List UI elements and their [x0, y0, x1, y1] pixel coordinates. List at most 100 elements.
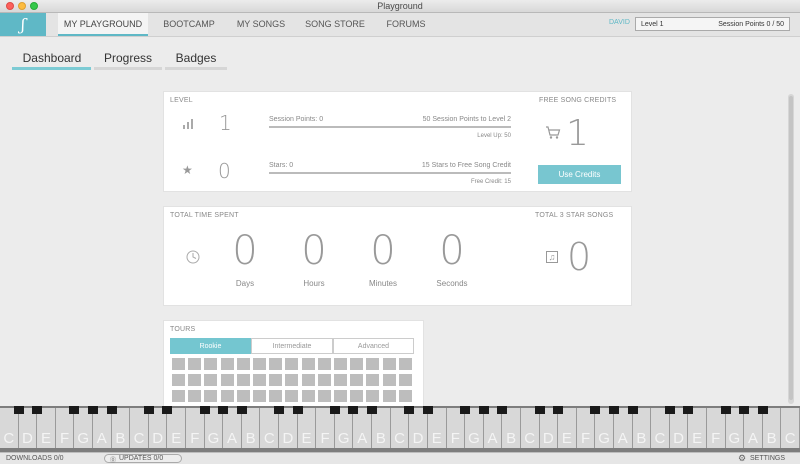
- tour-lesson-tile[interactable]: [398, 374, 412, 386]
- piano-black-key[interactable]: [236, 406, 247, 414]
- tour-lesson-tile[interactable]: [334, 390, 347, 402]
- piano-black-key[interactable]: [199, 406, 210, 414]
- tour-lesson-tile[interactable]: [236, 374, 250, 386]
- piano-white-key[interactable]: A: [353, 408, 373, 448]
- piano-white-key[interactable]: B: [502, 408, 521, 448]
- piano-black-key[interactable]: [590, 406, 601, 414]
- piano-black-key[interactable]: [720, 406, 731, 414]
- downloads-status[interactable]: DOWNLOADS 0/0: [6, 455, 64, 462]
- tour-lesson-tile[interactable]: [172, 390, 185, 402]
- nav-tab-my-songs[interactable]: MY SONGS: [231, 13, 291, 36]
- tour-lesson-tile[interactable]: [334, 358, 347, 370]
- piano-white-key[interactable]: C: [130, 408, 149, 448]
- piano-black-key[interactable]: [162, 406, 173, 414]
- piano-black-key[interactable]: [88, 406, 99, 414]
- piano-black-key[interactable]: [608, 406, 619, 414]
- piano-black-key[interactable]: [534, 406, 545, 414]
- piano-white-key[interactable]: D: [409, 408, 428, 448]
- app-logo-icon[interactable]: ʃ: [0, 13, 46, 36]
- piano-white-key[interactable]: D: [18, 408, 38, 448]
- tour-lesson-tile[interactable]: [350, 374, 364, 386]
- tour-lesson-tile[interactable]: [301, 374, 315, 386]
- piano-white-key[interactable]: A: [483, 408, 503, 448]
- piano-white-key[interactable]: B: [241, 408, 261, 448]
- tours-tab-intermediate[interactable]: Intermediate: [251, 338, 333, 354]
- piano-white-key[interactable]: G: [74, 408, 93, 448]
- piano-white-key[interactable]: D: [279, 408, 298, 448]
- piano-black-key[interactable]: [664, 406, 675, 414]
- piano-white-key[interactable]: F: [55, 408, 75, 448]
- tour-lesson-tile[interactable]: [220, 390, 234, 402]
- tour-lesson-tile[interactable]: [285, 358, 299, 370]
- piano-black-key[interactable]: [497, 406, 508, 414]
- tour-lesson-tile[interactable]: [301, 390, 315, 402]
- gear-icon[interactable]: ⚙: [738, 453, 746, 464]
- piano-black-key[interactable]: [757, 406, 768, 414]
- tour-lesson-tile[interactable]: [350, 390, 364, 402]
- piano-white-key[interactable]: F: [316, 408, 335, 448]
- piano-black-key[interactable]: [32, 406, 43, 414]
- piano-white-key[interactable]: F: [186, 408, 205, 448]
- piano-white-key[interactable]: G: [334, 408, 354, 448]
- piano-black-key[interactable]: [404, 406, 415, 414]
- tour-lesson-tile[interactable]: [253, 374, 266, 386]
- piano-white-key[interactable]: B: [372, 408, 391, 448]
- piano-white-key[interactable]: E: [427, 408, 447, 448]
- tour-lesson-tile[interactable]: [398, 358, 412, 370]
- piano-white-key[interactable]: F: [576, 408, 596, 448]
- piano-white-key[interactable]: B: [632, 408, 652, 448]
- piano-white-key[interactable]: B: [762, 408, 782, 448]
- piano-black-key[interactable]: [143, 406, 154, 414]
- tour-lesson-tile[interactable]: [269, 374, 283, 386]
- piano-black-key[interactable]: [329, 406, 340, 414]
- tour-lesson-tile[interactable]: [220, 358, 234, 370]
- user-name[interactable]: DAVID: [609, 19, 630, 26]
- tour-lesson-tile[interactable]: [188, 390, 202, 402]
- piano-white-key[interactable]: F: [706, 408, 726, 448]
- piano-white-key[interactable]: F: [446, 408, 466, 448]
- tour-lesson-tile[interactable]: [366, 390, 380, 402]
- piano-black-key[interactable]: [553, 406, 564, 414]
- tour-lesson-tile[interactable]: [172, 374, 185, 386]
- piano-white-key[interactable]: G: [465, 408, 484, 448]
- tour-lesson-tile[interactable]: [285, 374, 299, 386]
- piano-white-key[interactable]: C: [781, 408, 800, 448]
- tour-lesson-tile[interactable]: [366, 358, 380, 370]
- tour-lesson-tile[interactable]: [172, 358, 185, 370]
- piano-black-key[interactable]: [460, 406, 471, 414]
- piano-black-key[interactable]: [218, 406, 229, 414]
- tour-lesson-tile[interactable]: [301, 358, 315, 370]
- piano-white-key[interactable]: E: [558, 408, 577, 448]
- tour-lesson-tile[interactable]: [204, 374, 218, 386]
- piano-white-key[interactable]: B: [111, 408, 131, 448]
- piano-black-key[interactable]: [69, 406, 80, 414]
- piano-white-key[interactable]: C: [390, 408, 410, 448]
- piano-white-key[interactable]: E: [297, 408, 317, 448]
- piano-white-key[interactable]: G: [725, 408, 745, 448]
- tour-lesson-tile[interactable]: [317, 358, 331, 370]
- tour-lesson-tile[interactable]: [398, 390, 412, 402]
- piano-white-key[interactable]: A: [744, 408, 763, 448]
- piano-white-key[interactable]: D: [669, 408, 689, 448]
- tour-lesson-tile[interactable]: [366, 374, 380, 386]
- tour-lesson-tile[interactable]: [317, 390, 331, 402]
- nav-tab-bootcamp[interactable]: BOOTCAMP: [156, 13, 222, 36]
- piano-black-key[interactable]: [106, 406, 117, 414]
- piano-black-key[interactable]: [683, 406, 694, 414]
- tour-lesson-tile[interactable]: [236, 358, 250, 370]
- piano-white-key[interactable]: E: [688, 408, 707, 448]
- use-credits-button[interactable]: Use Credits: [538, 165, 621, 184]
- piano-white-key[interactable]: E: [167, 408, 187, 448]
- nav-tab-my-playground[interactable]: MY PLAYGROUND: [58, 13, 148, 36]
- piano-black-key[interactable]: [13, 406, 24, 414]
- tour-lesson-tile[interactable]: [317, 374, 331, 386]
- piano-white-key[interactable]: G: [204, 408, 224, 448]
- piano-black-key[interactable]: [367, 406, 378, 414]
- tours-tab-advanced[interactable]: Advanced: [333, 338, 414, 354]
- settings-button[interactable]: SETTINGS: [750, 455, 785, 462]
- piano-white-key[interactable]: C: [0, 408, 19, 448]
- piano-black-key[interactable]: [627, 406, 638, 414]
- piano-black-key[interactable]: [274, 406, 285, 414]
- tour-lesson-tile[interactable]: [269, 358, 283, 370]
- tour-lesson-tile[interactable]: [269, 390, 283, 402]
